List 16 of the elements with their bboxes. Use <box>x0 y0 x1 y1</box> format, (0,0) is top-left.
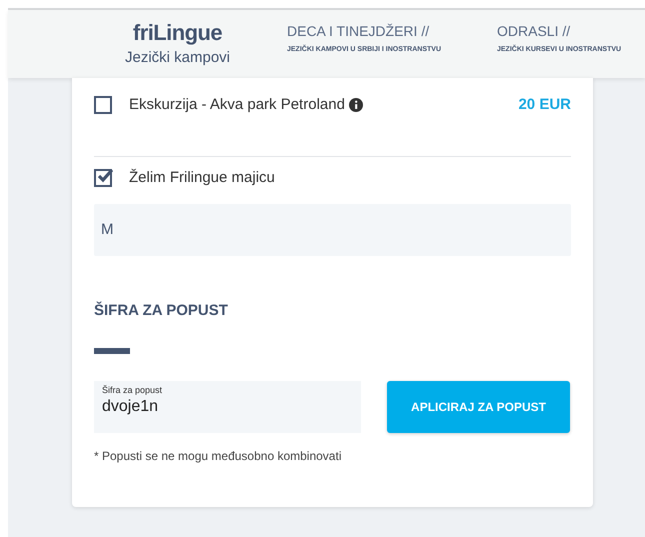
logo-tagline: Jezički kampovi <box>124 48 230 68</box>
checkmark-icon <box>97 168 113 184</box>
nav-link[interactable]: ODRASLI // <box>497 22 622 40</box>
discount-code-field[interactable]: Šifra za popust dvoje1n <box>94 380 361 432</box>
option-label: Želim Frilingue majicu <box>129 168 275 188</box>
info-icon <box>348 98 363 112</box>
logo[interactable]: friLingue <box>132 20 222 46</box>
checkbox[interactable] <box>94 96 112 114</box>
nav-link[interactable]: DECA I TINEJDŽERI // <box>287 22 497 40</box>
option-label: Ekskurzija - Akva park Petroland <box>129 94 345 115</box>
checkbox[interactable] <box>94 169 112 187</box>
section-heading: ŠIFRA ZA POPUST <box>94 300 229 321</box>
size-field[interactable]: M <box>94 204 571 256</box>
heading-underline <box>94 348 130 354</box>
price: 20 EUR <box>518 94 571 115</box>
discount-note: * Popusti se ne mogu međusobno kombinovati <box>94 448 342 464</box>
